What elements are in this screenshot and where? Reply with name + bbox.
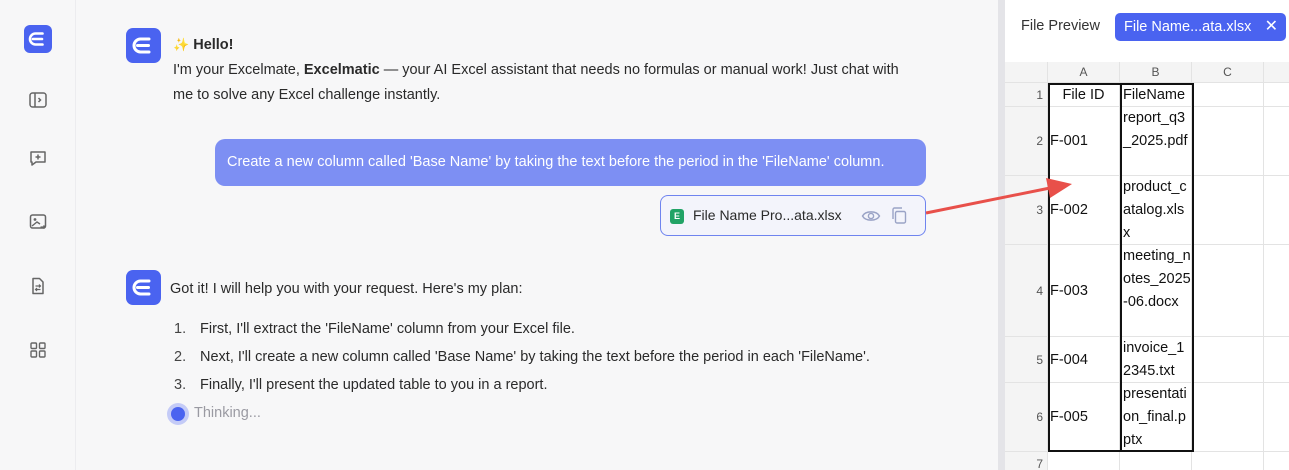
layout-grid-icon[interactable] bbox=[25, 337, 51, 363]
logo-icon[interactable] bbox=[24, 25, 52, 53]
excel-file-icon: E bbox=[670, 209, 684, 224]
intro-pre: I'm your Excelmate, bbox=[173, 62, 304, 78]
plan-list: 1. First, I'll extract the 'FileName' col… bbox=[174, 315, 870, 399]
table-cell[interactable] bbox=[1192, 176, 1264, 245]
table-cell[interactable] bbox=[1264, 245, 1289, 337]
file-preview-title: File Preview bbox=[1021, 18, 1100, 34]
plan-step: 1. First, I'll extract the 'FileName' col… bbox=[174, 321, 575, 337]
table-cell[interactable] bbox=[1192, 83, 1264, 107]
column-b-border bbox=[1120, 83, 1194, 452]
loading-dot-icon bbox=[167, 403, 189, 425]
thinking-text: Thinking... bbox=[194, 405, 261, 421]
greeting-message: ✨ Hello! I'm your Excelmate, Excelmatic … bbox=[173, 32, 899, 108]
file-preview-panel: File Preview File Name...ata.xlsx ✕ A B … bbox=[1005, 0, 1289, 470]
row-header[interactable]: 3 bbox=[1005, 176, 1048, 245]
reply-intro: Got it! I will help you with your reques… bbox=[170, 281, 523, 297]
assistant-avatar bbox=[126, 28, 161, 63]
collapse-panel-icon[interactable] bbox=[25, 87, 51, 113]
row-header[interactable]: 1 bbox=[1005, 83, 1048, 107]
row-header[interactable]: 7 bbox=[1005, 452, 1048, 470]
table-cell[interactable] bbox=[1120, 452, 1192, 470]
table-cell[interactable] bbox=[1192, 452, 1264, 470]
sidebar bbox=[0, 0, 76, 470]
plan-step: 2. Next, I'll create a new column called … bbox=[174, 349, 870, 365]
brand-name: Excelmatic bbox=[303, 62, 380, 78]
select-all-corner[interactable] bbox=[1005, 62, 1048, 83]
user-message-bubble: Create a new column called 'Base Name' b… bbox=[215, 139, 926, 186]
row-header[interactable]: 5 bbox=[1005, 337, 1048, 383]
row-header[interactable]: 2 bbox=[1005, 107, 1048, 176]
table-cell[interactable] bbox=[1264, 383, 1289, 452]
table-cell[interactable] bbox=[1264, 452, 1289, 470]
column-header[interactable]: A bbox=[1048, 62, 1120, 83]
intro-line1: — your AI Excel assistant that needs no … bbox=[379, 62, 899, 78]
column-header[interactable]: C bbox=[1192, 62, 1264, 83]
column-a-border bbox=[1048, 83, 1122, 452]
intro-line2: me to solve any Excel challenge instantl… bbox=[173, 87, 441, 103]
table-cell[interactable] bbox=[1264, 83, 1289, 107]
chat-area: ✨ Hello! I'm your Excelmate, Excelmatic … bbox=[77, 0, 998, 470]
copy-icon[interactable] bbox=[890, 206, 908, 228]
column-header[interactable]: B bbox=[1120, 62, 1192, 83]
spreadsheet-grid[interactable]: A B C 1 File ID FileName 2 F-001 report_… bbox=[1005, 62, 1289, 470]
file-swap-icon[interactable] bbox=[25, 273, 51, 299]
table-cell[interactable] bbox=[1192, 337, 1264, 383]
plan-step: 3. Finally, I'll present the updated tabl… bbox=[174, 377, 548, 393]
close-icon[interactable]: ✕ bbox=[1265, 13, 1278, 41]
attachment-name: File Name Pro...ata.xlsx bbox=[693, 207, 842, 223]
row-header[interactable]: 6 bbox=[1005, 383, 1048, 452]
table-cell[interactable] bbox=[1048, 452, 1120, 470]
eye-icon[interactable] bbox=[861, 207, 881, 228]
preview-tab-label: File Name...ata.xlsx bbox=[1124, 19, 1252, 35]
sparkle-icon: ✨ bbox=[173, 37, 190, 52]
table-cell[interactable] bbox=[1192, 383, 1264, 452]
panel-resize-handle[interactable] bbox=[998, 0, 1005, 470]
preview-file-tab[interactable]: File Name...ata.xlsx ✕ bbox=[1115, 13, 1286, 41]
table-cell[interactable] bbox=[1192, 245, 1264, 337]
table-cell[interactable] bbox=[1192, 107, 1264, 176]
assistant-avatar-2 bbox=[126, 270, 161, 305]
table-cell[interactable] bbox=[1264, 337, 1289, 383]
image-swap-icon[interactable] bbox=[25, 209, 51, 235]
attachment-chip[interactable]: E File Name Pro...ata.xlsx bbox=[660, 195, 926, 236]
column-header[interactable] bbox=[1264, 62, 1289, 83]
row-header[interactable]: 4 bbox=[1005, 245, 1048, 337]
table-cell[interactable] bbox=[1264, 176, 1289, 245]
new-chat-icon[interactable] bbox=[25, 145, 51, 171]
greeting-hello: Hello! bbox=[193, 37, 234, 53]
table-cell[interactable] bbox=[1264, 107, 1289, 176]
